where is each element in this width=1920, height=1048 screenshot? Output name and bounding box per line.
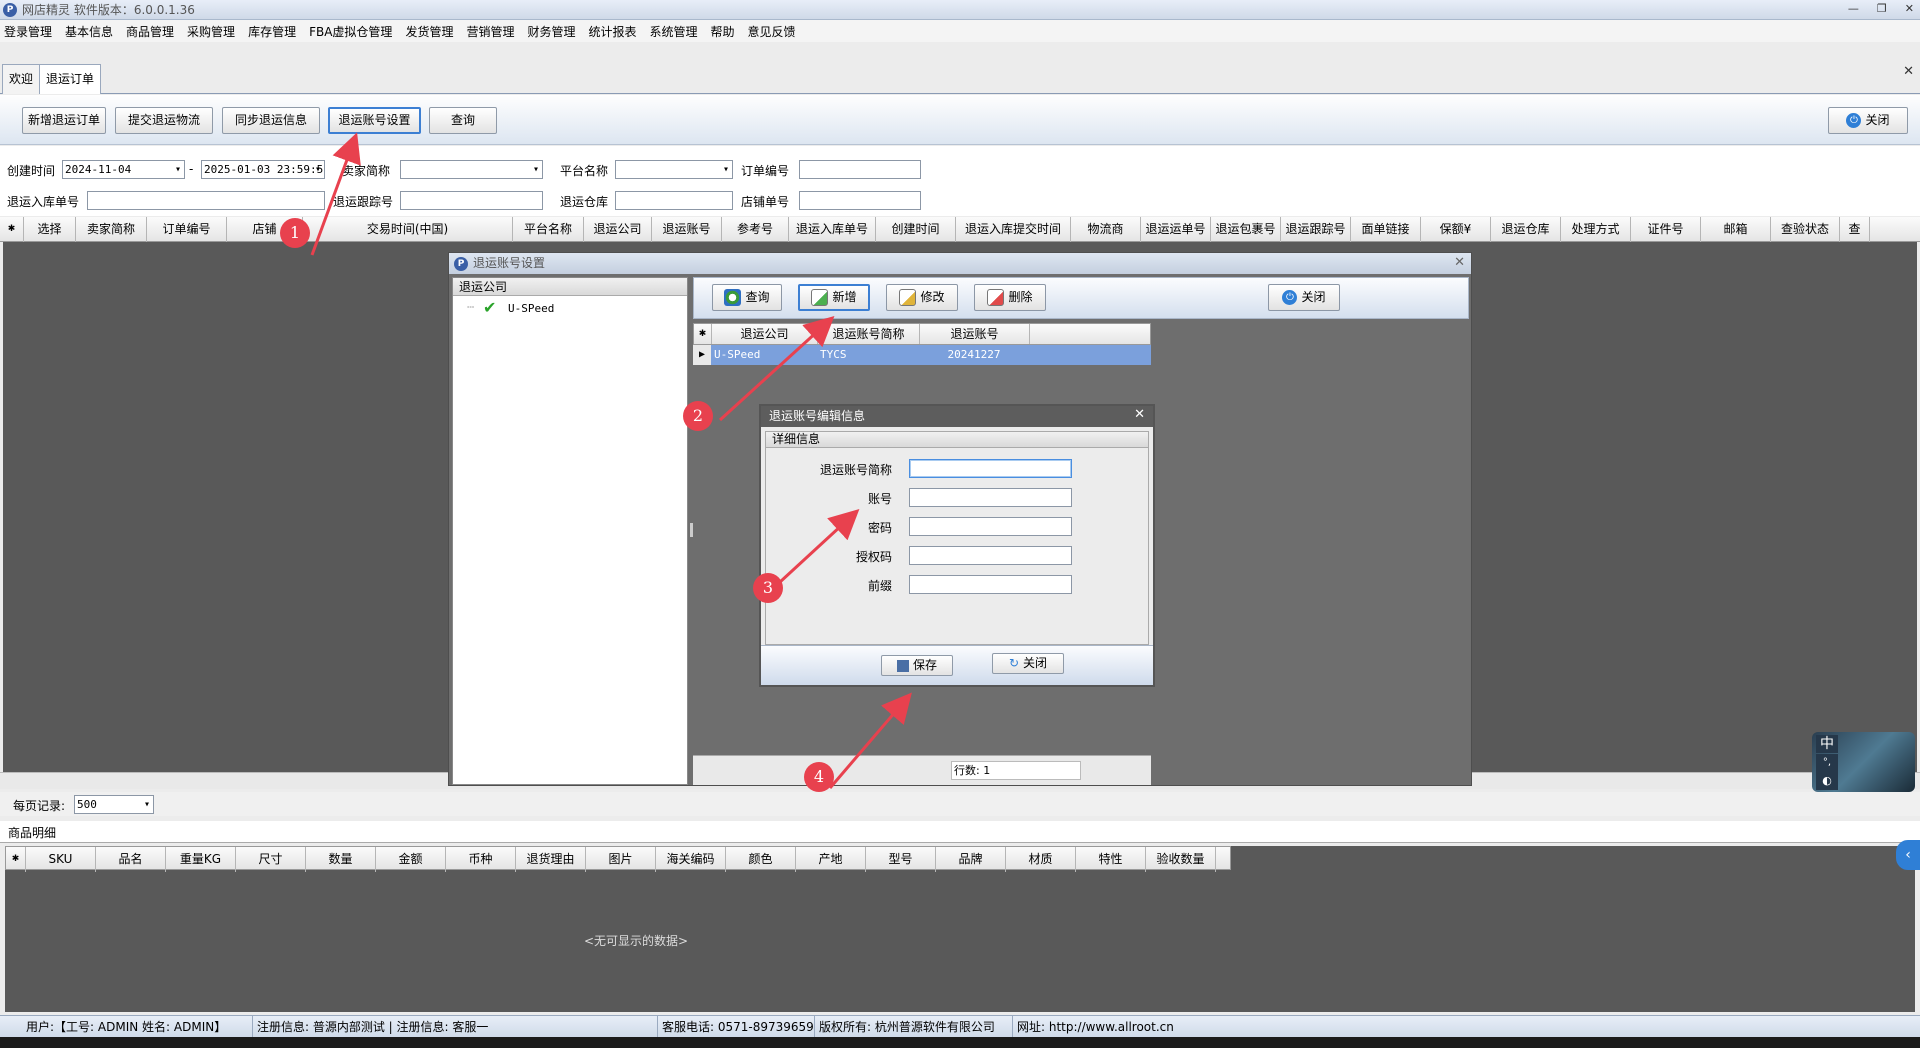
ime-width[interactable]: ◐ [1816,772,1838,790]
step-marker-1: 1 [280,218,310,248]
step-marker-4: 4 [804,762,834,792]
annotation-arrows [310,132,912,789]
chevron-left-icon[interactable]: ‹ [1896,840,1920,870]
arrow-1 [310,132,361,256]
ime-widget[interactable]: 中 °, ◐ [1812,732,1915,792]
step-marker-2: 2 [683,401,713,431]
ime-lang[interactable]: 中 [1816,735,1838,753]
ime-punct[interactable]: °, [1816,754,1838,772]
arrow-4 [828,692,912,789]
arrow-2 [718,315,835,422]
step-marker-3: 3 [753,573,783,603]
arrow-3 [778,508,860,584]
